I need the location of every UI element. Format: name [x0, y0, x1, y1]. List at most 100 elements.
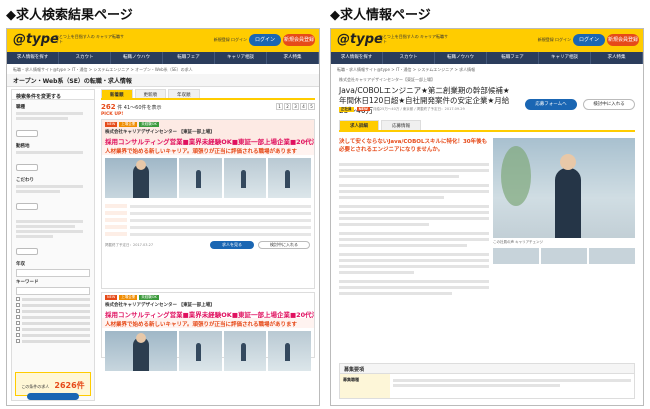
results-range: 件 41〜60件を表示: [117, 105, 162, 111]
detail-tabs: 求人詳細 応募情報: [339, 120, 635, 132]
results-count-row: 262 件 41〜60件を表示 1 2 3 4 5: [101, 100, 315, 112]
sidebar-head: 職種: [16, 105, 25, 110]
job-title[interactable]: 採用コンサルティング営業■業界未経験OK■東証一部上場企業■20代活躍中: [102, 135, 314, 145]
badge-inexperienced: 未経験OK: [139, 295, 159, 300]
nav-item[interactable]: スカウト: [59, 52, 111, 64]
search-sidebar: 検索条件を変更する 職種 勤務地 こだわり 年収 キーワード この条件の求人 2…: [11, 89, 95, 401]
save-job-button[interactable]: 検討中に入れる: [583, 99, 635, 110]
site-logo[interactable]: @type: [13, 32, 59, 47]
login-button[interactable]: ログイン: [249, 34, 281, 46]
register-button[interactable]: 新規会員登録: [283, 34, 315, 46]
header-links[interactable]: 新規登録 ログイン: [538, 37, 571, 43]
nav-item[interactable]: スカウト: [383, 52, 435, 64]
save-job-button[interactable]: 検討中に入れる: [258, 241, 310, 249]
login-button[interactable]: ログイン: [573, 34, 605, 46]
job-photos: [102, 328, 314, 374]
page-link[interactable]: 4: [300, 103, 307, 110]
site-tagline: ひとつ上を目指す人の キャリア転職サイト: [379, 34, 448, 44]
sort-tabs: 新着順 更新順 年収順: [101, 89, 315, 100]
page-title: オープン・Web系（SE）の転職・求人情報: [7, 74, 319, 87]
checkbox[interactable]: [16, 339, 20, 343]
section-label-job-detail: ◆求人情報ページ: [330, 4, 431, 23]
breadcrumb[interactable]: 転職・求人情報サイト@type > IT・通信 > システムエンジニア > 求人…: [331, 64, 643, 74]
nav-item[interactable]: 転職ノウハウ: [111, 52, 163, 64]
job-thumb: [179, 331, 222, 371]
register-button[interactable]: 新規会員登録: [607, 34, 639, 46]
change-button[interactable]: [16, 164, 38, 171]
sidebar-head: 勤務地: [16, 144, 30, 149]
nav-item[interactable]: 求人特集: [267, 52, 319, 64]
job-title[interactable]: 採用コンサルティング営業■業界未経験OK■東証一部上場企業■20代活躍中: [102, 308, 314, 318]
job-description: [339, 160, 489, 298]
checkbox[interactable]: [16, 303, 20, 307]
meta-text: 月給25万〜40万 / 東京都 / 掲載終了予定日：2017.09.29: [372, 107, 465, 111]
result-count-box: この条件の求人 2626件: [15, 372, 91, 400]
nav-item[interactable]: 求人情報を探す: [331, 52, 383, 64]
job-card[interactable]: NEW 上場企業 未経験OK 株式会社キャリアデザインセンター 【東証一部上場】…: [101, 119, 315, 289]
nav-item[interactable]: キャリア相談: [539, 52, 591, 64]
global-nav: 求人情報を探す スカウト 転職ノウハウ 転職フェア キャリア相談 求人特集: [331, 52, 643, 64]
job-photo: [105, 331, 177, 371]
badge-inexperienced: 未経験OK: [139, 122, 159, 127]
job-actions: 応募フォームへ 検討中に入れる: [525, 99, 635, 111]
result-count: 2626件: [54, 381, 85, 390]
photo-thumb[interactable]: [541, 248, 587, 264]
job-thumb: [179, 158, 222, 198]
page-link[interactable]: 1: [276, 103, 283, 110]
job-detail-body: 決して安くならないJava/COBOLスキルに特化！30年後も必要とされるエンジ…: [339, 136, 635, 326]
new-tag: NEW: [356, 107, 370, 111]
job-thumb: [223, 158, 267, 198]
nav-item[interactable]: 求人情報を探す: [7, 52, 59, 64]
change-button[interactable]: [16, 130, 38, 137]
change-button[interactable]: [16, 248, 38, 255]
employment-tag: 正社員: [339, 107, 354, 112]
summary-label: 募集職種: [340, 374, 390, 398]
keyword-input[interactable]: [16, 287, 90, 295]
section-label-text: ◆求人情報ページ: [330, 8, 431, 23]
nav-item[interactable]: 求人特集: [591, 52, 643, 64]
breadcrumb[interactable]: 転職・求人情報サイト@type > IT・通信 > システムエンジニア > オー…: [7, 64, 319, 74]
company-name: 株式会社キャリアデザインセンター 【東証一部上場】: [105, 130, 215, 135]
tab-updated[interactable]: 更新順: [134, 89, 166, 98]
checkbox[interactable]: [16, 309, 20, 313]
site-header: @type ひとつ上を目指す人の キャリア転職サイト 新規登録 ログイン ログイ…: [7, 29, 319, 52]
global-nav: 求人情報を探す スカウト 転職ノウハウ 転職フェア キャリア相談 求人特集: [7, 52, 319, 64]
page-link[interactable]: 5: [308, 103, 315, 110]
job-info: [102, 201, 314, 239]
job-photo: [105, 158, 177, 198]
nav-item[interactable]: キャリア相談: [215, 52, 267, 64]
change-button[interactable]: [16, 203, 38, 210]
photo-thumb[interactable]: [589, 248, 635, 264]
photo-thumbs: [493, 248, 635, 264]
checkbox[interactable]: [16, 315, 20, 319]
header-links[interactable]: 新規登録 ログイン: [214, 37, 247, 43]
search-button[interactable]: [27, 393, 79, 400]
tab-job-detail[interactable]: 求人詳細: [339, 120, 379, 130]
job-photo: [493, 138, 635, 238]
badge-listed: 上場企業: [119, 295, 138, 300]
site-tagline: ひとつ上を目指す人の キャリア転職サイト: [55, 34, 124, 44]
nav-item[interactable]: 転職フェア: [487, 52, 539, 64]
sidebar-head: こだわり: [16, 178, 34, 183]
page-link[interactable]: 2: [284, 103, 291, 110]
view-job-button[interactable]: 求人を見る: [210, 241, 254, 249]
job-card[interactable]: NEW 上場企業 未経験OK 株式会社キャリアデザインセンター 【東証一部上場】…: [101, 292, 315, 371]
section-label-text: ◆求人検索結果ページ: [6, 8, 133, 23]
badge-new: NEW: [105, 122, 118, 127]
salary-select[interactable]: [16, 269, 90, 277]
photo-thumb[interactable]: [493, 248, 539, 264]
tab-salary[interactable]: 年収順: [168, 89, 200, 98]
page-link[interactable]: 3: [292, 103, 299, 110]
sidebar-head: 年収: [16, 262, 25, 267]
checkbox[interactable]: [16, 333, 20, 337]
site-logo[interactable]: @type: [337, 32, 383, 47]
checkbox[interactable]: [16, 327, 20, 331]
tab-apply-info[interactable]: 応募情報: [381, 120, 421, 130]
job-photos: [102, 155, 314, 201]
checkbox[interactable]: [16, 297, 20, 301]
checkbox[interactable]: [16, 321, 20, 325]
nav-item[interactable]: 転職ノウハウ: [435, 52, 487, 64]
tab-newest[interactable]: 新着順: [101, 89, 133, 98]
nav-item[interactable]: 転職フェア: [163, 52, 215, 64]
apply-button[interactable]: 応募フォームへ: [525, 99, 577, 110]
